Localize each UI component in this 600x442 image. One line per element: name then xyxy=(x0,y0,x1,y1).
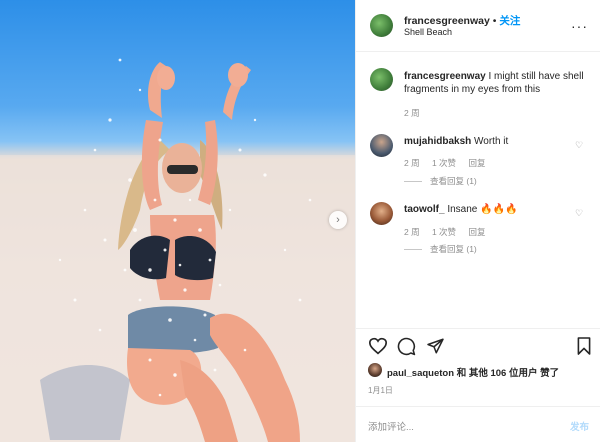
caption: francesgreenway I might still have shell… xyxy=(404,70,589,96)
caption-time: 2 周 xyxy=(404,108,420,118)
comment-username[interactable]: mujahidbaksh xyxy=(404,136,471,147)
avatar[interactable] xyxy=(370,202,393,225)
divider-line xyxy=(404,249,422,251)
comment-icon[interactable] xyxy=(397,337,416,356)
avatar[interactable] xyxy=(368,363,382,377)
comment-item: taowolf_ Insane 🔥🔥🔥 xyxy=(404,204,518,215)
post-side-panel: francesgreenway • 关注 Shell Beach ··· fra… xyxy=(355,0,600,442)
divider xyxy=(356,328,600,329)
likes-summary: paul_saqueton 和 其他 106 位用户 赞了 xyxy=(387,365,559,379)
comment-text: Worth it xyxy=(474,136,509,147)
caption-username[interactable]: francesgreenway xyxy=(404,71,486,82)
post-comment-button[interactable]: 发布 xyxy=(570,419,589,433)
chevron-right-icon: › xyxy=(336,214,340,226)
post-modal: › francesgreenway • 关注 Shell Beach ··· f… xyxy=(0,0,600,442)
comment-time: 2 周 xyxy=(404,227,420,237)
view-replies-button[interactable]: 查看回复 (1) xyxy=(404,175,477,187)
heart-icon[interactable]: ♡ xyxy=(575,140,583,151)
heart-icon[interactable]: ♡ xyxy=(575,208,583,219)
comment-time: 2 周 xyxy=(404,158,420,168)
more-icon[interactable]: ··· xyxy=(571,18,588,34)
next-photo-button[interactable]: › xyxy=(329,211,347,229)
likes-username[interactable]: paul_saqueton xyxy=(387,368,454,379)
divider-line xyxy=(404,181,422,183)
reply-button[interactable]: 回复 xyxy=(468,227,485,237)
avatar[interactable] xyxy=(370,134,393,157)
beach-photo-illustration xyxy=(0,58,355,442)
separator-dot: • xyxy=(492,15,497,27)
comment-item: mujahidbaksh Worth it xyxy=(404,136,508,147)
comment-text: Insane 🔥🔥🔥 xyxy=(447,204,518,215)
view-replies-button[interactable]: 查看回复 (1) xyxy=(404,243,477,255)
likes-text[interactable]: 和 其他 106 位用户 赞了 xyxy=(457,368,559,379)
comment-meta: 2 周 1 次赞 回复 xyxy=(404,226,485,238)
post-header: francesgreenway • 关注 Shell Beach ··· xyxy=(356,0,600,52)
comment-input[interactable]: 添加评论... xyxy=(368,419,414,433)
bookmark-icon[interactable] xyxy=(576,336,592,356)
post-photo: › xyxy=(0,0,355,442)
comment-likes[interactable]: 1 次赞 xyxy=(432,227,456,237)
share-icon[interactable] xyxy=(426,337,445,355)
heart-icon[interactable] xyxy=(368,337,388,355)
comment-username[interactable]: taowolf_ xyxy=(404,204,445,215)
reply-button[interactable]: 回复 xyxy=(468,158,485,168)
comment-likes[interactable]: 1 次赞 xyxy=(432,158,456,168)
header-username[interactable]: francesgreenway xyxy=(404,15,490,27)
post-date: 1月1日 xyxy=(368,386,393,395)
follow-button[interactable]: 关注 xyxy=(499,15,520,27)
location-link[interactable]: Shell Beach xyxy=(404,27,452,37)
avatar[interactable] xyxy=(370,14,393,37)
avatar[interactable] xyxy=(370,68,393,91)
add-comment-bar: 添加评论... 发布 xyxy=(356,406,600,442)
comment-meta: 2 周 1 次赞 回复 xyxy=(404,157,485,169)
